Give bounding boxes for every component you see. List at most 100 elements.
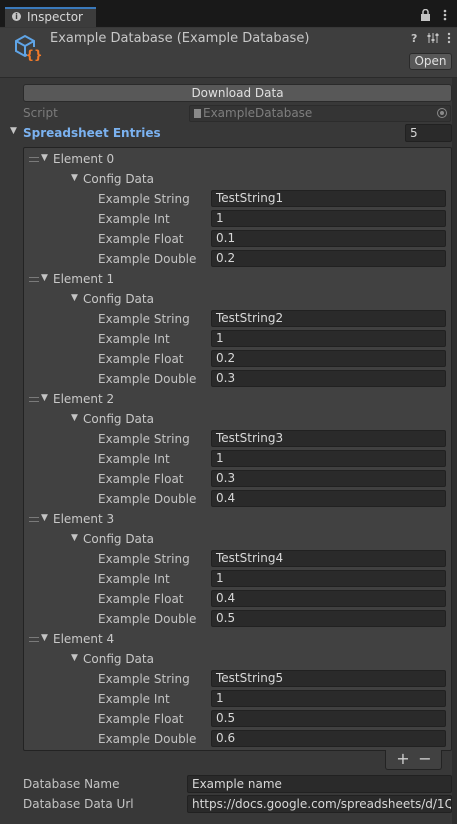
- drag-handle-icon[interactable]: [29, 637, 39, 642]
- array-size-field[interactable]: 5: [405, 124, 452, 142]
- example-float-label: Example Float: [98, 472, 184, 486]
- spreadsheet-entries-label[interactable]: Spreadsheet Entries: [23, 126, 161, 140]
- field-row-float: Example Float 0.4: [24, 589, 451, 609]
- element-label: Element 2: [53, 392, 115, 406]
- example-int-field[interactable]: 1: [211, 450, 446, 467]
- example-double-label: Example Double: [98, 612, 197, 626]
- drag-handle-icon[interactable]: [29, 157, 39, 162]
- list-element[interactable]: ▼ Element 1: [24, 269, 451, 289]
- download-data-button[interactable]: Download Data: [23, 84, 452, 102]
- example-float-field[interactable]: 0.2: [211, 350, 446, 367]
- list-footer: + −: [385, 750, 442, 770]
- example-int-field[interactable]: 1: [211, 330, 446, 347]
- foldout-arrow-icon[interactable]: ▼: [41, 393, 48, 403]
- field-row-int: Example Int 1: [24, 209, 451, 229]
- example-double-label: Example Double: [98, 372, 197, 386]
- database-url-field[interactable]: https://docs.google.com/spreadsheets/d/1…: [187, 795, 452, 813]
- example-double-field[interactable]: 0.4: [211, 490, 446, 507]
- field-row-float: Example Float 0.3: [24, 469, 451, 489]
- example-int-label: Example Int: [98, 572, 170, 586]
- foldout-arrow-icon[interactable]: ▼: [41, 273, 48, 283]
- config-data-label: Config Data: [83, 652, 154, 666]
- lock-icon[interactable]: [420, 9, 431, 21]
- inspector-header: {} Example Database (Example Database) ?…: [0, 28, 457, 78]
- field-row-string: Example String TestString1: [24, 189, 451, 209]
- field-row-double: Example Double 0.2: [24, 249, 451, 269]
- foldout-arrow-icon[interactable]: ▼: [71, 413, 78, 423]
- example-int-label: Example Int: [98, 692, 170, 706]
- drag-handle-icon[interactable]: [29, 517, 39, 522]
- drag-handle-icon[interactable]: [29, 277, 39, 282]
- field-row-string: Example String TestString5: [24, 669, 451, 689]
- field-row-int: Example Int 1: [24, 449, 451, 469]
- database-name-field[interactable]: Example name: [187, 775, 452, 793]
- field-row-float: Example Float 0.5: [24, 709, 451, 729]
- example-double-field[interactable]: 0.6: [211, 730, 446, 747]
- field-row-int: Example Int 1: [24, 569, 451, 589]
- remove-element-button[interactable]: −: [418, 750, 432, 768]
- example-string-label: Example String: [98, 192, 190, 206]
- open-button[interactable]: Open: [409, 53, 452, 70]
- example-int-label: Example Int: [98, 212, 170, 226]
- example-double-label: Example Double: [98, 732, 197, 746]
- foldout-arrow-icon[interactable]: ▼: [71, 533, 78, 543]
- config-data-foldout[interactable]: ▼ Config Data: [24, 409, 451, 429]
- example-int-label: Example Int: [98, 332, 170, 346]
- add-element-button[interactable]: +: [396, 750, 410, 768]
- database-name-label: Database Name: [23, 777, 120, 791]
- example-float-field[interactable]: 0.5: [211, 710, 446, 727]
- drag-handle-icon[interactable]: [29, 397, 39, 402]
- config-data-foldout[interactable]: ▼ Config Data: [24, 649, 451, 669]
- example-string-field[interactable]: TestString1: [211, 190, 446, 207]
- example-string-field[interactable]: TestString4: [211, 550, 446, 567]
- list-element[interactable]: ▼ Element 3: [24, 509, 451, 529]
- example-string-field[interactable]: TestString3: [211, 430, 446, 447]
- field-row-int: Example Int 1: [24, 689, 451, 709]
- field-row-double: Example Double 0.3: [24, 369, 451, 389]
- foldout-arrow-icon[interactable]: ▼: [71, 173, 78, 183]
- object-picker-icon[interactable]: [437, 108, 447, 118]
- field-row-float: Example Float 0.1: [24, 229, 451, 249]
- config-data-label: Config Data: [83, 532, 154, 546]
- info-icon: i: [12, 12, 21, 21]
- list-element[interactable]: ▼ Element 0: [24, 149, 451, 169]
- entries-list: ▼ Element 0 ▼ Config Data Example String Test…: [23, 147, 452, 751]
- field-row-double: Example Double 0.5: [24, 609, 451, 629]
- example-double-field[interactable]: 0.5: [211, 610, 446, 627]
- example-float-field[interactable]: 0.4: [211, 590, 446, 607]
- example-double-field[interactable]: 0.3: [211, 370, 446, 387]
- example-int-field[interactable]: 1: [211, 690, 446, 707]
- example-int-field[interactable]: 1: [211, 210, 446, 227]
- example-int-field[interactable]: 1: [211, 570, 446, 587]
- scrollbar-track[interactable]: [452, 78, 457, 824]
- example-float-field[interactable]: 0.3: [211, 470, 446, 487]
- foldout-arrow-icon[interactable]: ▼: [41, 513, 48, 523]
- example-float-label: Example Float: [98, 592, 184, 606]
- example-string-field[interactable]: TestString2: [211, 310, 446, 327]
- tab-inspector[interactable]: i Inspector: [5, 7, 96, 27]
- config-data-foldout[interactable]: ▼ Config Data: [24, 169, 451, 189]
- element-label: Element 4: [53, 632, 115, 646]
- example-string-field[interactable]: TestString5: [211, 670, 446, 687]
- example-float-label: Example Float: [98, 232, 184, 246]
- list-element[interactable]: ▼ Element 2: [24, 389, 451, 409]
- config-data-foldout[interactable]: ▼ Config Data: [24, 289, 451, 309]
- foldout-arrow-icon[interactable]: ▼: [71, 653, 78, 663]
- example-float-field[interactable]: 0.1: [211, 230, 446, 247]
- field-row-string: Example String TestString4: [24, 549, 451, 569]
- config-data-foldout[interactable]: ▼ Config Data: [24, 529, 451, 549]
- more-options-icon[interactable]: [446, 32, 452, 44]
- help-icon[interactable]: ?: [411, 32, 421, 45]
- foldout-arrow-icon[interactable]: ▼: [41, 153, 48, 163]
- foldout-arrow-icon[interactable]: ▼: [41, 633, 48, 643]
- kebab-menu-icon[interactable]: [440, 9, 450, 21]
- config-data-label: Config Data: [83, 412, 154, 426]
- foldout-arrow-icon[interactable]: ▼: [71, 293, 78, 303]
- field-row-double: Example Double 0.6: [24, 729, 451, 749]
- example-double-field[interactable]: 0.2: [211, 250, 446, 267]
- element-label: Element 1: [53, 272, 115, 286]
- list-element[interactable]: ▼ Element 4: [24, 629, 451, 649]
- presets-icon[interactable]: [427, 32, 439, 44]
- foldout-arrow-icon[interactable]: ▼: [10, 126, 17, 136]
- example-float-label: Example Float: [98, 352, 184, 366]
